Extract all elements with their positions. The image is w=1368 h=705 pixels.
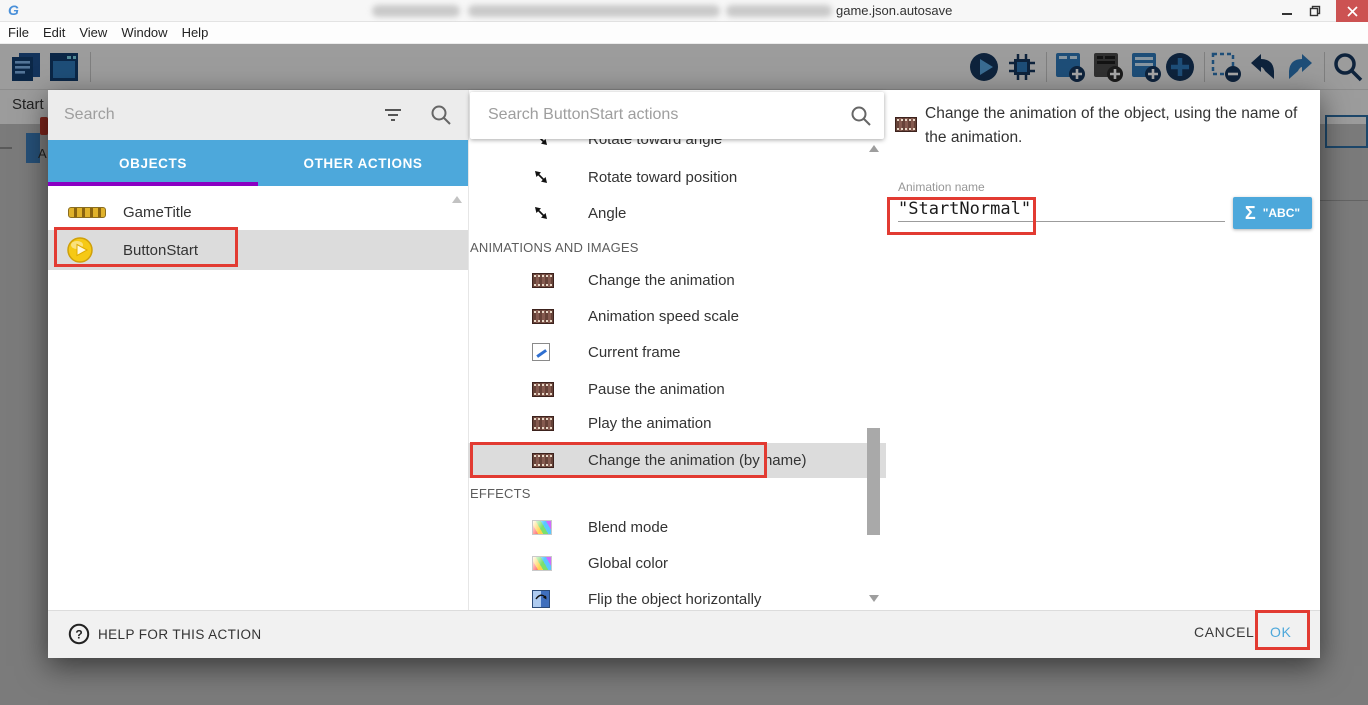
gametitle-thumbnail-icon [68, 207, 106, 218]
menu-help[interactable]: Help [182, 25, 209, 40]
cancel-button[interactable]: CANCEL [1194, 624, 1254, 640]
tab-objects[interactable]: OBJECTS [48, 140, 258, 186]
buttonstart-play-icon [67, 237, 93, 263]
blurred-path [726, 5, 832, 17]
object-name: GameTitle [123, 204, 192, 221]
menu-file[interactable]: File [8, 25, 29, 40]
ok-button[interactable]: OK [1270, 624, 1291, 640]
help-label: HELP FOR THIS ACTION [98, 627, 262, 642]
action-row[interactable]: Flip the object horizontally [468, 584, 886, 610]
svg-text:?: ? [75, 628, 82, 642]
action-row[interactable]: Blend mode [468, 512, 886, 542]
action-edit-dialog: OBJECTS OTHER ACTIONS GameTitle ButtonSt… [48, 90, 1320, 658]
flip-icon [532, 590, 550, 608]
object-search-bar [48, 90, 468, 140]
object-panel-tabs: OBJECTS OTHER ACTIONS [48, 140, 468, 186]
field-label: Animation name [898, 180, 985, 194]
film-icon [532, 309, 554, 324]
action-label: Angle [588, 205, 626, 222]
help-button[interactable]: ? HELP FOR THIS ACTION [68, 623, 262, 645]
rotate-arrow-icon [532, 204, 550, 222]
film-icon [532, 273, 554, 288]
action-label: Global color [588, 555, 668, 572]
animation-name-input[interactable] [898, 196, 1225, 222]
filter-icon[interactable] [383, 107, 403, 123]
action-label: Current frame [588, 344, 681, 361]
film-icon [895, 117, 917, 132]
object-name: ButtonStart [123, 242, 198, 259]
action-label: Play the animation [588, 415, 711, 432]
frame-icon [532, 343, 550, 361]
film-icon [532, 453, 554, 468]
expression-editor-button[interactable]: Σ "ABC" [1233, 197, 1312, 229]
help-icon: ? [68, 623, 90, 645]
action-row[interactable]: Rotate toward position [468, 162, 886, 192]
action-row[interactable]: Play the animation [468, 408, 886, 438]
object-row-buttonstart[interactable]: ButtonStart [48, 230, 468, 270]
object-list-scroll-up[interactable] [452, 196, 462, 203]
gdevelop-logo-icon: G [8, 2, 19, 18]
action-label: Blend mode [588, 519, 668, 536]
restore-icon [1309, 5, 1321, 17]
film-icon [532, 416, 554, 431]
minimize-icon [1281, 5, 1293, 17]
action-row[interactable]: Pause the animation [468, 374, 886, 404]
blurred-path [372, 5, 460, 17]
action-label: Change the animation [588, 272, 735, 289]
action-row[interactable]: Animation speed scale [468, 301, 886, 331]
action-label: Animation speed scale [588, 308, 739, 325]
action-label: Flip the object horizontally [588, 591, 761, 608]
rainbow-icon [532, 556, 552, 571]
dialog-footer: ? HELP FOR THIS ACTION CANCEL OK [48, 610, 1320, 658]
actions-scroll-down[interactable] [869, 595, 879, 602]
action-search-input[interactable] [488, 102, 818, 128]
menu-bar: File Edit View Window Help [0, 22, 1368, 44]
object-search-input[interactable] [64, 102, 364, 128]
sigma-icon: Σ [1245, 203, 1256, 224]
restore-button[interactable] [1300, 0, 1330, 22]
active-tab-underline [48, 182, 258, 186]
minimize-button[interactable] [1272, 0, 1302, 22]
search-icon[interactable] [430, 104, 452, 126]
actions-list: Rotate toward angle Rotate toward positi… [468, 90, 886, 610]
action-row[interactable]: Angle [468, 198, 886, 228]
menu-window[interactable]: Window [121, 25, 167, 40]
object-row-gametitle[interactable]: GameTitle [48, 192, 468, 232]
close-button[interactable] [1336, 0, 1368, 22]
action-row-change-animation-by-name[interactable]: Change the animation (by name) [468, 443, 886, 478]
actions-scroll-up[interactable] [869, 145, 879, 152]
expression-button-label: "ABC" [1263, 206, 1300, 220]
film-icon [532, 382, 554, 397]
search-icon[interactable] [850, 105, 872, 127]
action-label: Rotate toward position [588, 169, 737, 186]
tab-other-actions[interactable]: OTHER ACTIONS [258, 140, 468, 186]
menu-view[interactable]: View [79, 25, 107, 40]
action-search-bar [470, 92, 884, 139]
actions-scrollbar-thumb[interactable] [867, 428, 880, 535]
rainbow-icon [532, 520, 552, 535]
action-description: Change the animation of the object, usin… [925, 102, 1317, 150]
section-header-animations: ANIMATIONS AND IMAGES [470, 240, 886, 255]
section-header-effects: EFFECTS [470, 486, 886, 501]
action-row[interactable]: Current frame [468, 337, 886, 367]
rotate-arrow-icon [532, 168, 550, 186]
action-row[interactable]: Change the animation [468, 265, 886, 295]
app-window: G game.json.autosave File Edit View Wind… [0, 0, 1368, 705]
action-label: Change the animation (by name) [588, 452, 806, 469]
menu-edit[interactable]: Edit [43, 25, 65, 40]
action-label: Pause the animation [588, 381, 725, 398]
blurred-path [468, 5, 720, 17]
close-icon [1347, 6, 1358, 17]
action-row[interactable]: Global color [468, 548, 886, 578]
title-bar: G game.json.autosave [0, 0, 1368, 22]
window-title: game.json.autosave [836, 3, 952, 18]
